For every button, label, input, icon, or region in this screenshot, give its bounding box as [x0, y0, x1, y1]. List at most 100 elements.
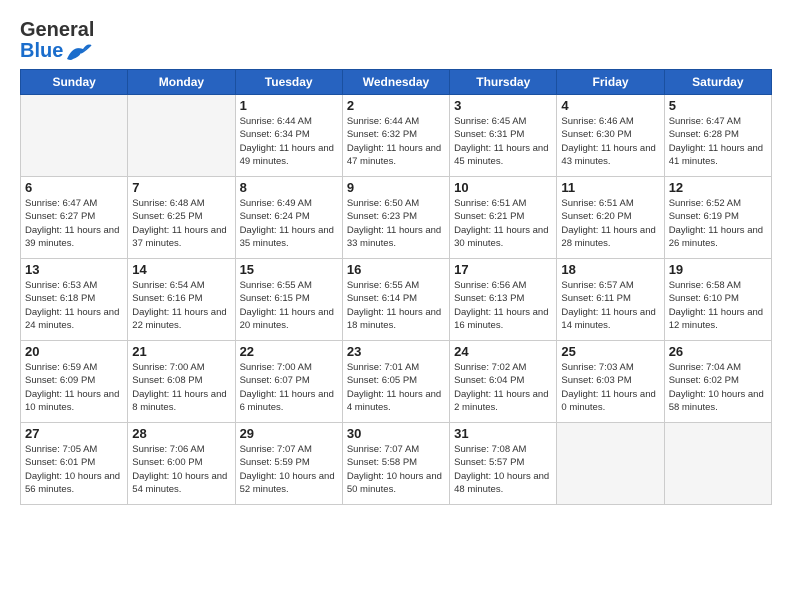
header: General Blue [20, 16, 772, 63]
calendar-week-row: 13Sunrise: 6:53 AMSunset: 6:18 PMDayligh… [21, 259, 772, 341]
day-number: 24 [454, 344, 552, 359]
day-number: 2 [347, 98, 445, 113]
cell-info: Sunrise: 6:47 AMSunset: 6:28 PMDaylight:… [669, 115, 767, 168]
calendar-week-row: 1 Sunrise: 6:44 AMSunset: 6:34 PMDaylight… [21, 95, 772, 177]
day-number: 6 [25, 180, 123, 195]
day-number: 17 [454, 262, 552, 277]
logo-general: General [20, 19, 94, 41]
calendar-cell: 19 Sunrise: 6:58 AMSunset: 6:10 PMDayligh… [664, 259, 771, 341]
calendar-cell: 20Sunrise: 6:59 AMSunset: 6:09 PMDayligh… [21, 341, 128, 423]
cell-info: Sunrise: 7:04 AMSunset: 6:02 PMDaylight:… [669, 361, 767, 414]
day-number: 25 [561, 344, 659, 359]
calendar-cell: 24 Sunrise: 7:02 AMSunset: 6:04 PMDayligh… [450, 341, 557, 423]
calendar-cell: 6 Sunrise: 6:47 AMSunset: 6:27 PMDaylight… [21, 177, 128, 259]
day-number: 8 [240, 180, 338, 195]
day-number: 26 [669, 344, 767, 359]
day-number: 19 [669, 262, 767, 277]
calendar-cell: 3Sunrise: 6:45 AMSunset: 6:31 PMDaylight… [450, 95, 557, 177]
day-number: 28 [132, 426, 230, 441]
calendar-cell: 14 Sunrise: 6:54 AMSunset: 6:16 PMDayligh… [128, 259, 235, 341]
page: General Blue SundayMondayTuesdayWednesda… [0, 0, 792, 515]
calendar-cell [557, 423, 664, 505]
cell-info: Sunrise: 7:05 AMSunset: 6:01 PMDaylight:… [25, 443, 123, 496]
calendar-cell: 1 Sunrise: 6:44 AMSunset: 6:34 PMDaylight… [235, 95, 342, 177]
weekday-header: Sunday [21, 70, 128, 95]
cell-info: Sunrise: 7:08 AMSunset: 5:57 PMDaylight:… [454, 443, 552, 496]
day-number: 10 [454, 180, 552, 195]
logo-blue: Blue [20, 40, 63, 63]
calendar-cell: 8 Sunrise: 6:49 AMSunset: 6:24 PMDaylight… [235, 177, 342, 259]
cell-info: Sunrise: 7:07 AMSunset: 5:58 PMDaylight:… [347, 443, 445, 496]
cell-info: Sunrise: 7:00 AMSunset: 6:08 PMDaylight:… [132, 361, 230, 414]
calendar-week-row: 27 Sunrise: 7:05 AMSunset: 6:01 PMDayligh… [21, 423, 772, 505]
weekday-header: Saturday [664, 70, 771, 95]
day-number: 15 [240, 262, 338, 277]
cell-info: Sunrise: 6:58 AMSunset: 6:10 PMDaylight:… [669, 279, 767, 332]
day-number: 13 [25, 262, 123, 277]
calendar-cell: 16 Sunrise: 6:55 AMSunset: 6:14 PMDayligh… [342, 259, 449, 341]
calendar-cell: 21Sunrise: 7:00 AMSunset: 6:08 PMDayligh… [128, 341, 235, 423]
cell-info: Sunrise: 6:57 AMSunset: 6:11 PMDaylight:… [561, 279, 659, 332]
calendar-cell [128, 95, 235, 177]
calendar-cell: 29Sunrise: 7:07 AMSunset: 5:59 PMDayligh… [235, 423, 342, 505]
logo: General Blue [20, 20, 94, 63]
cell-info: Sunrise: 7:03 AMSunset: 6:03 PMDaylight:… [561, 361, 659, 414]
calendar-cell: 31Sunrise: 7:08 AMSunset: 5:57 PMDayligh… [450, 423, 557, 505]
cell-info: Sunrise: 6:49 AMSunset: 6:24 PMDaylight:… [240, 197, 338, 250]
calendar-cell: 25 Sunrise: 7:03 AMSunset: 6:03 PMDayligh… [557, 341, 664, 423]
calendar-cell: 7Sunrise: 6:48 AMSunset: 6:25 PMDaylight… [128, 177, 235, 259]
calendar-cell [21, 95, 128, 177]
calendar-cell: 9Sunrise: 6:50 AMSunset: 6:23 PMDaylight… [342, 177, 449, 259]
logo-text: General Blue [20, 20, 94, 63]
day-number: 4 [561, 98, 659, 113]
cell-info: Sunrise: 7:06 AMSunset: 6:00 PMDaylight:… [132, 443, 230, 496]
day-number: 30 [347, 426, 445, 441]
cell-info: Sunrise: 6:44 AMSunset: 6:34 PMDaylight:… [240, 115, 338, 168]
calendar-cell: 30 Sunrise: 7:07 AMSunset: 5:58 PMDayligh… [342, 423, 449, 505]
calendar-cell: 13Sunrise: 6:53 AMSunset: 6:18 PMDayligh… [21, 259, 128, 341]
cell-info: Sunrise: 6:54 AMSunset: 6:16 PMDaylight:… [132, 279, 230, 332]
calendar-week-row: 6 Sunrise: 6:47 AMSunset: 6:27 PMDaylight… [21, 177, 772, 259]
calendar-cell: 23Sunrise: 7:01 AMSunset: 6:05 PMDayligh… [342, 341, 449, 423]
calendar-week-row: 20Sunrise: 6:59 AMSunset: 6:09 PMDayligh… [21, 341, 772, 423]
calendar-cell: 27 Sunrise: 7:05 AMSunset: 6:01 PMDayligh… [21, 423, 128, 505]
cell-info: Sunrise: 6:52 AMSunset: 6:19 PMDaylight:… [669, 197, 767, 250]
calendar-cell: 15Sunrise: 6:55 AMSunset: 6:15 PMDayligh… [235, 259, 342, 341]
day-number: 18 [561, 262, 659, 277]
weekday-header: Friday [557, 70, 664, 95]
cell-info: Sunrise: 7:02 AMSunset: 6:04 PMDaylight:… [454, 361, 552, 414]
weekday-header: Thursday [450, 70, 557, 95]
day-number: 1 [240, 98, 338, 113]
day-number: 14 [132, 262, 230, 277]
day-number: 16 [347, 262, 445, 277]
weekday-header: Wednesday [342, 70, 449, 95]
day-number: 12 [669, 180, 767, 195]
calendar-table: SundayMondayTuesdayWednesdayThursdayFrid… [20, 69, 772, 505]
calendar-cell: 28 Sunrise: 7:06 AMSunset: 6:00 PMDayligh… [128, 423, 235, 505]
calendar-cell: 12 Sunrise: 6:52 AMSunset: 6:19 PMDayligh… [664, 177, 771, 259]
calendar-cell: 10 Sunrise: 6:51 AMSunset: 6:21 PMDayligh… [450, 177, 557, 259]
weekday-header-row: SundayMondayTuesdayWednesdayThursdayFrid… [21, 70, 772, 95]
day-number: 20 [25, 344, 123, 359]
cell-info: Sunrise: 6:48 AMSunset: 6:25 PMDaylight:… [132, 197, 230, 250]
day-number: 23 [347, 344, 445, 359]
day-number: 11 [561, 180, 659, 195]
cell-info: Sunrise: 6:51 AMSunset: 6:21 PMDaylight:… [454, 197, 552, 250]
day-number: 27 [25, 426, 123, 441]
cell-info: Sunrise: 6:51 AMSunset: 6:20 PMDaylight:… [561, 197, 659, 250]
calendar-cell [664, 423, 771, 505]
day-number: 29 [240, 426, 338, 441]
calendar-cell: 5 Sunrise: 6:47 AMSunset: 6:28 PMDaylight… [664, 95, 771, 177]
logo-bird-icon [65, 41, 93, 63]
calendar-cell: 26 Sunrise: 7:04 AMSunset: 6:02 PMDayligh… [664, 341, 771, 423]
cell-info: Sunrise: 6:55 AMSunset: 6:14 PMDaylight:… [347, 279, 445, 332]
calendar-cell: 17 Sunrise: 6:56 AMSunset: 6:13 PMDayligh… [450, 259, 557, 341]
cell-info: Sunrise: 6:47 AMSunset: 6:27 PMDaylight:… [25, 197, 123, 250]
calendar-cell: 11 Sunrise: 6:51 AMSunset: 6:20 PMDayligh… [557, 177, 664, 259]
day-number: 5 [669, 98, 767, 113]
cell-info: Sunrise: 6:56 AMSunset: 6:13 PMDaylight:… [454, 279, 552, 332]
cell-info: Sunrise: 6:45 AMSunset: 6:31 PMDaylight:… [454, 115, 552, 168]
calendar-cell: 18 Sunrise: 6:57 AMSunset: 6:11 PMDayligh… [557, 259, 664, 341]
day-number: 22 [240, 344, 338, 359]
calendar-cell: 22Sunrise: 7:00 AMSunset: 6:07 PMDayligh… [235, 341, 342, 423]
